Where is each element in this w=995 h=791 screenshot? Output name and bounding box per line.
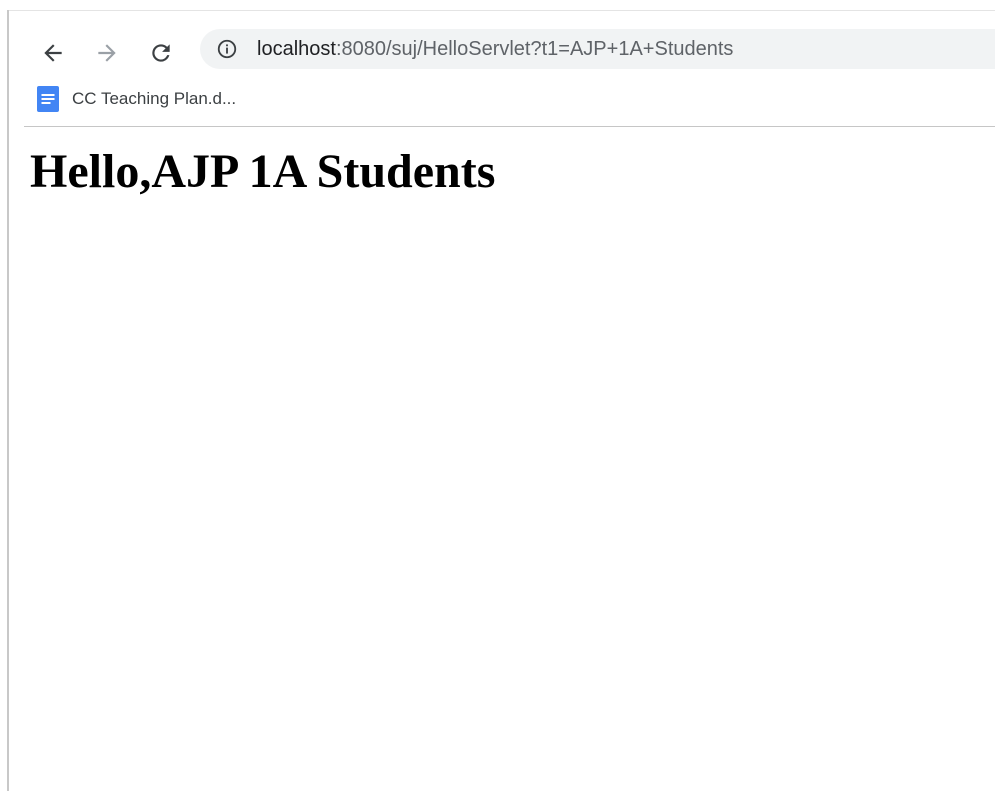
google-docs-icon [37,86,59,112]
url-path: :8080/suj/HelloServlet?t1=AJP+1A+Student… [335,38,734,60]
forward-button[interactable] [91,37,123,69]
browser-window: localhost:8080/suj/HelloServlet?t1=AJP+1… [0,0,995,791]
reload-button[interactable] [145,37,177,69]
url-host: localhost [257,38,336,60]
reload-icon [152,44,170,62]
info-circle-icon[interactable] [216,38,238,60]
page-content: Hello,AJP 1A Students [9,127,995,791]
arrow-right-icon [98,44,116,62]
page-heading: Hello,AJP 1A Students [30,145,496,198]
arrow-left-icon [44,44,62,62]
browser-toolbar: localhost:8080/suj/HelloServlet?t1=AJP+1… [9,11,995,127]
bookmark-label: CC Teaching Plan.d... [72,89,237,108]
address-bar[interactable]: localhost:8080/suj/HelloServlet?t1=AJP+1… [200,29,995,69]
url-text[interactable]: localhost:8080/suj/HelloServlet?t1=AJP+1… [257,38,733,60]
bookmark-item[interactable]: CC Teaching Plan.d... [37,85,236,113]
back-button[interactable] [37,37,69,69]
